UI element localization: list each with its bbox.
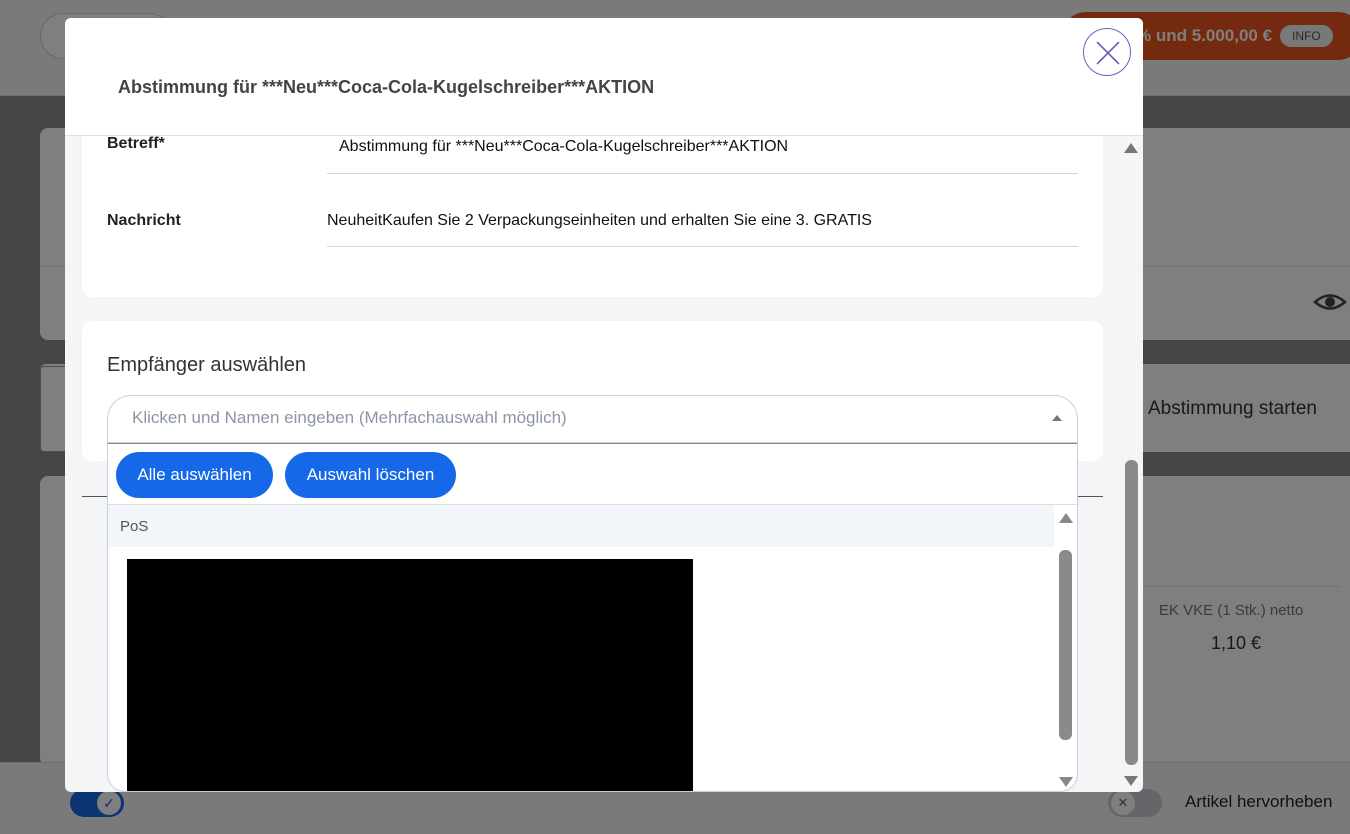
select-all-button[interactable]: Alle auswählen [116,452,273,498]
clear-selection-button[interactable]: Auswahl löschen [285,452,456,498]
close-icon [1096,41,1120,65]
modal-scrollbar[interactable] [1125,460,1138,765]
subject-label: Betreff* [107,135,165,152]
modal-header: Abstimmung für ***Neu***Coca-Cola-Kugels… [65,18,1143,136]
caret-up-icon[interactable] [1052,415,1062,421]
message-input[interactable]: NeuheitKaufen Sie 2 Verpackungseinheiten… [327,210,1078,247]
recipients-dropdown: Alle auswählen Auswahl löschen PoS [107,442,1078,792]
vote-modal: Abstimmung für ***Neu***Coca-Cola-Kugels… [65,18,1143,792]
modal-title: Abstimmung für ***Neu***Coca-Cola-Kugels… [118,77,655,97]
option-group-header: PoS [108,505,1054,547]
redacted-options [127,559,693,791]
recipients-search-input[interactable]: Klicken und Namen eingeben (Mehrfachausw… [107,395,1078,443]
scroll-up-arrow[interactable] [1059,513,1073,523]
dropdown-scrollbar[interactable] [1059,550,1072,740]
message-label: Nachricht [107,212,181,229]
close-button[interactable] [1083,28,1131,76]
group-label: PoS [120,518,149,535]
dropdown-toolbar: Alle auswählen Auswahl löschen [108,443,1077,505]
subject-input[interactable]: Abstimmung für ***Neu***Coca-Cola-Kugels… [327,134,1078,174]
scroll-down-arrow[interactable] [1059,777,1073,787]
message-card: Betreff* Abstimmung für ***Neu***Coca-Co… [82,108,1103,297]
modal-scroll-down-arrow[interactable] [1124,776,1138,786]
recipients-title: Empfänger auswählen [107,354,307,376]
modal-scroll-up-arrow[interactable] [1124,143,1138,153]
